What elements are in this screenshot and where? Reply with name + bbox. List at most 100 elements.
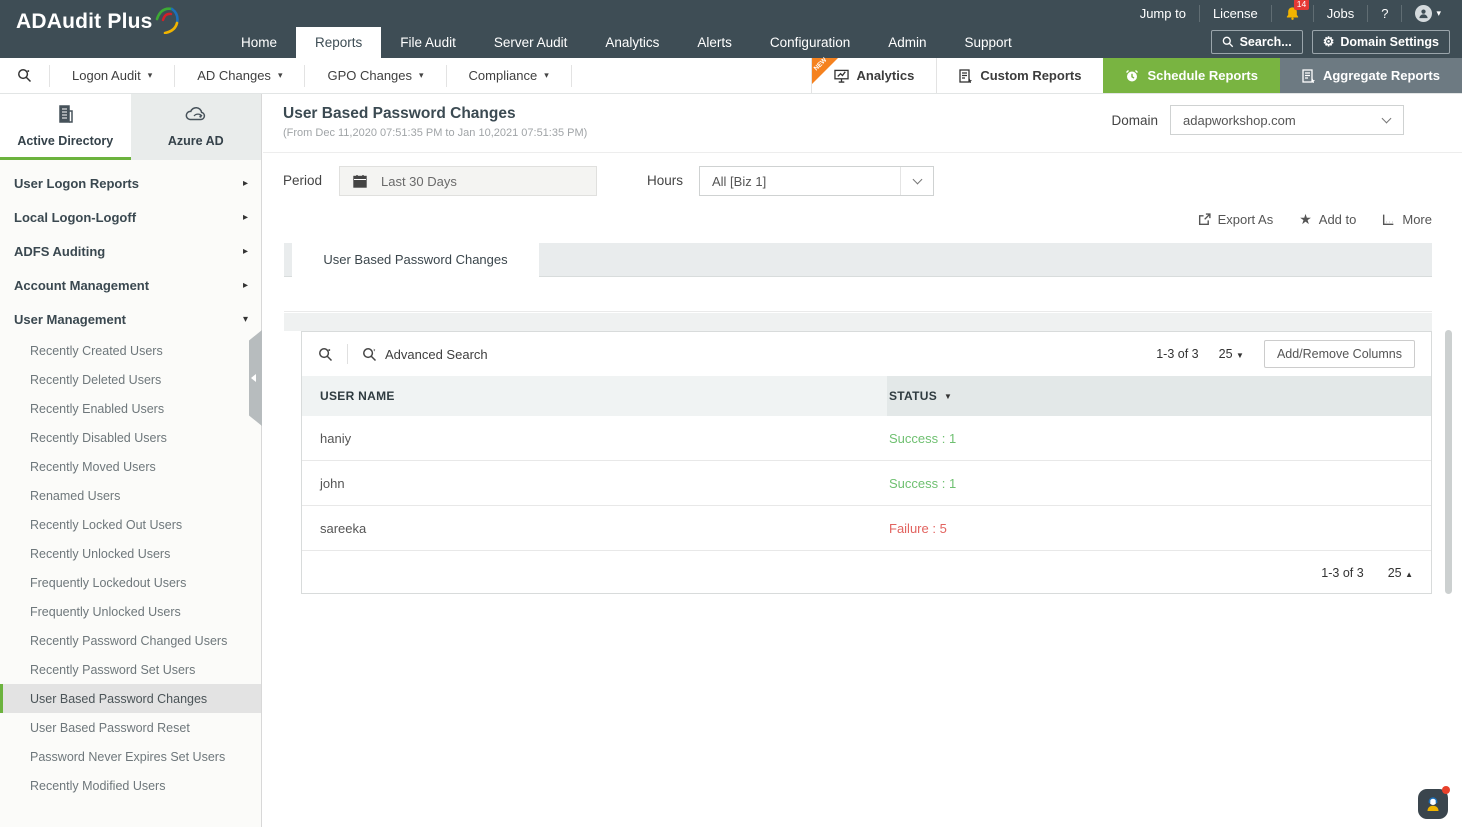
nav-tab[interactable]: Analytics (586, 27, 678, 58)
add-remove-columns-button[interactable]: Add/Remove Columns (1263, 340, 1415, 368)
period-picker[interactable]: Last 30 Days (339, 166, 597, 196)
chevron-down-icon: ▾ (277, 70, 283, 80)
more-icon (1382, 213, 1395, 226)
domain-select[interactable]: adapworkshop.com (1170, 105, 1404, 135)
brand-name: ADAudit Plus (16, 10, 153, 33)
report-tab-active[interactable]: User Based Password Changes (292, 243, 539, 277)
tab-azure-ad[interactable]: Azure AD (130, 94, 261, 160)
report-date-range: (From Dec 11,2020 07:51:35 PM to Jan 10,… (283, 127, 588, 139)
account-menu[interactable]: ▾ (1401, 5, 1454, 22)
help-button[interactable]: ? (1367, 5, 1401, 22)
nav-tab[interactable]: Server Audit (475, 27, 587, 58)
sidebar-section[interactable]: User Management ▸ ▾ (0, 302, 261, 336)
nav-tab[interactable]: Alerts (678, 27, 751, 58)
sidebar-section[interactable]: ADFS Auditing ▸ ▾ (0, 234, 261, 268)
custom-reports-button[interactable]: Custom Reports (936, 58, 1103, 93)
sidebar-report-item[interactable]: User Based Password Reset (0, 713, 261, 742)
sidebar-report-item[interactable]: Password Never Expires Set Users (0, 742, 261, 771)
logo-swoosh-icon (155, 6, 179, 34)
status-cell[interactable]: Failure : 5 (887, 506, 1431, 550)
add-to-button[interactable]: ★ Add to (1299, 211, 1356, 228)
status-cell[interactable]: Success : 1 (887, 461, 1431, 505)
utility-bar: Jump to License 14 Jobs ? ▾ (1127, 0, 1454, 27)
table-body: haniy Success : 1 john Success : 1 saree… (302, 416, 1431, 551)
chevron-down-icon (912, 174, 922, 185)
ribbon-menu[interactable]: GPO Changes ▾ (305, 64, 447, 87)
sidebar-report-item[interactable]: Recently Disabled Users (0, 423, 261, 452)
nav-tab[interactable]: Home (222, 27, 296, 58)
chevron-down-icon: ▾ (544, 70, 549, 80)
analytics-button[interactable]: NEW Analytics (810, 57, 937, 93)
table-row[interactable]: john Success : 1 (302, 461, 1431, 506)
sidebar-report-item[interactable]: Recently Enabled Users (0, 394, 261, 423)
sidebar-report-item[interactable]: Recently Unlocked Users (0, 539, 261, 568)
period-label: Period (283, 173, 323, 188)
support-chat-button[interactable] (1418, 786, 1450, 819)
app-logo[interactable]: ADAudit Plus (16, 7, 179, 34)
ribbon-menu[interactable]: AD Changes ▾ (175, 64, 306, 87)
sidebar-report-item[interactable]: Recently Created Users (0, 336, 261, 365)
status-cell[interactable]: Success : 1 (887, 416, 1431, 460)
nav-tab[interactable]: File Audit (381, 27, 475, 58)
chevron-down-icon: ▾ (242, 313, 248, 325)
chat-notification-dot (1442, 786, 1450, 794)
sidebar-report-item[interactable]: Recently Password Changed Users (0, 626, 261, 655)
sidebar-report-item[interactable]: Recently Moved Users (0, 452, 261, 481)
nav-tab[interactable]: Reports (296, 27, 382, 58)
column-search-icon[interactable] (318, 347, 333, 362)
table-row[interactable]: haniy Success : 1 (302, 416, 1431, 461)
domain-settings-button[interactable]: ⚙ Domain Settings (1311, 30, 1450, 54)
hours-select[interactable]: All [Biz 1] (699, 166, 934, 196)
license-link[interactable]: License (1198, 5, 1271, 22)
report-search-icon[interactable] (0, 68, 49, 83)
sidebar-report-item[interactable]: Renamed Users (0, 481, 261, 510)
report-actions: Export As ★ Add to More (1198, 211, 1432, 228)
table-row[interactable]: sareeka Failure : 5 (302, 506, 1431, 551)
report-star-icon (1302, 68, 1315, 83)
sidebar-section[interactable]: Account Management ▸ ▾ (0, 268, 261, 302)
chevron-down-icon: ▾ (419, 70, 424, 80)
sidebar-report-item[interactable]: Recently Deleted Users (0, 365, 261, 394)
sidebar-collapse-handle[interactable] (249, 330, 262, 426)
chevron-up-icon: ▲ (1405, 569, 1413, 579)
nav-tab[interactable]: Support (946, 27, 1031, 58)
sidebar-report-item[interactable]: Frequently Lockedout Users (0, 568, 261, 597)
table-header: USER NAME STATUS ▼ (302, 376, 1431, 416)
jobs-link[interactable]: Jobs (1312, 5, 1367, 22)
advanced-search-button[interactable]: Advanced Search (362, 347, 488, 362)
domain-label: Domain (1111, 112, 1158, 128)
header-divider (263, 152, 1462, 153)
alarm-clock-icon (1125, 69, 1139, 83)
nav-tab[interactable]: Configuration (751, 27, 869, 58)
ribbon-menu[interactable]: Compliance ▾ (447, 64, 572, 87)
user-name-cell: john (320, 475, 345, 491)
sidebar-report-item[interactable]: User Based Password Changes (0, 684, 261, 713)
sidebar-report-item[interactable]: Recently Password Set Users (0, 655, 261, 684)
column-header-status[interactable]: STATUS ▼ (887, 376, 1431, 416)
aggregate-reports-button[interactable]: Aggregate Reports (1279, 58, 1462, 93)
sidebar-report-item[interactable]: Recently Locked Out Users (0, 510, 261, 539)
sidebar-report-item[interactable]: Recently Modified Users (0, 771, 261, 800)
more-button[interactable]: More (1382, 211, 1432, 228)
export-as-button[interactable]: Export As (1198, 211, 1273, 228)
advanced-search-icon (362, 347, 377, 362)
gear-icon: ⚙ (1322, 34, 1335, 49)
hours-label: Hours (647, 173, 684, 188)
sidebar-section[interactable]: User Logon Reports ▸ ▾ (0, 166, 261, 200)
sidebar-report-item[interactable]: Frequently Unlocked Users (0, 597, 261, 626)
sidebar-tabs: Active Directory Azure AD (0, 94, 261, 160)
pagination-range-bottom: 1-3 of 3 (1321, 565, 1364, 580)
page-size-select-bottom[interactable]: 25 ▲ (1388, 566, 1413, 580)
sidebar-section[interactable]: Local Logon-Logoff ▸ ▾ (0, 200, 261, 234)
jump-to-link[interactable]: Jump to (1127, 5, 1199, 22)
schedule-reports-button[interactable]: Schedule Reports (1103, 58, 1280, 93)
cloud-icon (184, 104, 208, 124)
nav-tab[interactable]: Admin (869, 27, 945, 58)
notifications-button[interactable]: 14 (1270, 0, 1313, 22)
vertical-scrollbar-thumb[interactable] (1445, 330, 1452, 594)
page-size-select-top[interactable]: 25 ▼ (1219, 347, 1244, 361)
tab-active-directory[interactable]: Active Directory (0, 94, 131, 160)
column-header-user-name[interactable]: USER NAME (302, 376, 887, 416)
ribbon-menu[interactable]: Logon Audit ▾ (49, 64, 176, 87)
global-search-button[interactable]: Search... (1210, 30, 1303, 54)
